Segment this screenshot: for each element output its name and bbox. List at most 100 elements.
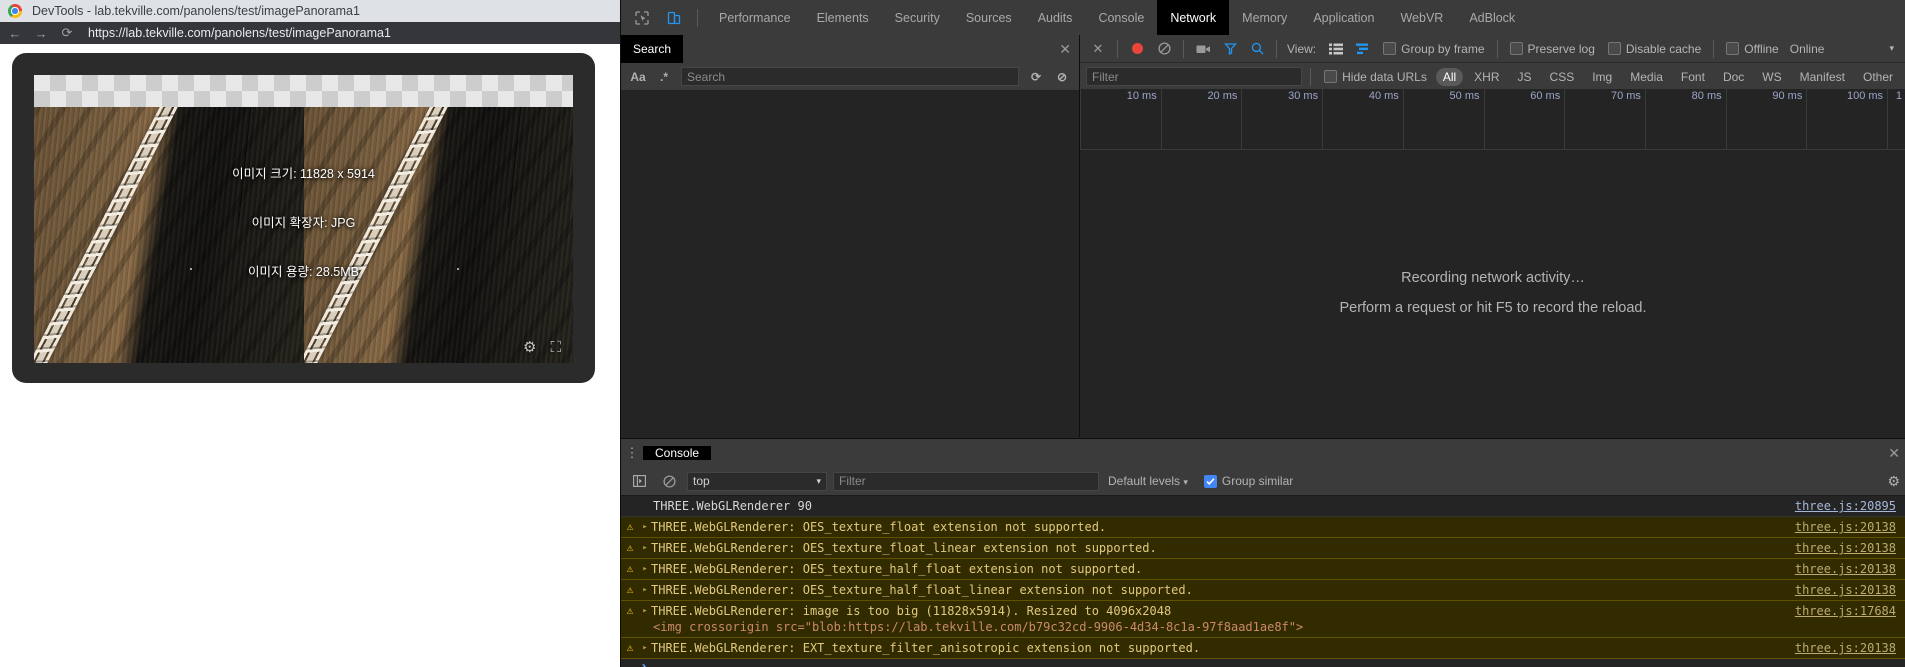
filter-type-media[interactable]: Media bbox=[1623, 68, 1670, 86]
console-context-select[interactable]: top ▾ bbox=[687, 471, 827, 491]
search-input[interactable]: Search bbox=[681, 67, 1019, 86]
checkbox-box bbox=[1726, 42, 1740, 55]
search-clear-icon[interactable]: ⊘ bbox=[1053, 70, 1071, 84]
filter-type-img[interactable]: Img bbox=[1585, 68, 1619, 86]
match-case-icon[interactable]: Aa bbox=[629, 70, 647, 84]
forward-icon[interactable]: → bbox=[30, 22, 52, 44]
console-message-row[interactable]: ⚠ ▸ THREE.WebGLRenderer: OES_texture_flo… bbox=[621, 538, 1905, 559]
filter-type-font[interactable]: Font bbox=[1674, 68, 1712, 86]
disable-cache-checkbox[interactable]: Disable cache bbox=[1607, 42, 1701, 56]
preserve-log-checkbox[interactable]: Preserve log bbox=[1509, 42, 1595, 56]
tick-label: 30 ms bbox=[1288, 90, 1319, 102]
tab-sources[interactable]: Sources bbox=[953, 0, 1025, 35]
camera-icon[interactable] bbox=[1191, 38, 1215, 60]
settings-gear-icon[interactable]: ⚙ bbox=[523, 340, 536, 355]
devtools-tool-icons bbox=[621, 0, 706, 35]
console-message-row[interactable]: ⚠ ▸ THREE.WebGLRenderer: OES_texture_hal… bbox=[621, 559, 1905, 580]
back-icon[interactable]: ← bbox=[4, 22, 26, 44]
kebab-menu-icon[interactable]: ⋮ bbox=[621, 446, 643, 459]
filter-type-manifest[interactable]: Manifest bbox=[1793, 68, 1852, 86]
expand-arrow-icon[interactable]: ▸ bbox=[639, 603, 651, 619]
throttling-select[interactable]: Online bbox=[1790, 42, 1825, 56]
console-message-text: THREE.WebGLRenderer: OES_texture_half_fl… bbox=[651, 583, 1193, 597]
console-prompt[interactable]: ❯ bbox=[621, 659, 1905, 667]
expand-arrow-icon[interactable]: ▸ bbox=[639, 540, 651, 556]
tab-webvr[interactable]: WebVR bbox=[1387, 0, 1456, 35]
console-settings-gear-icon[interactable]: ⚙ bbox=[1887, 473, 1900, 490]
filter-type-js[interactable]: JS bbox=[1511, 68, 1539, 86]
tab-network[interactable]: Network bbox=[1157, 0, 1230, 35]
network-timeline-overview[interactable]: 10 ms 20 ms 30 ms 40 ms 50 ms 60 ms 70 m… bbox=[1080, 89, 1905, 150]
expand-arrow-icon[interactable]: ▸ bbox=[639, 582, 651, 598]
toggle-device-toolbar-icon[interactable] bbox=[661, 5, 687, 31]
console-message-row[interactable]: ⚠ ▸ THREE.WebGLRenderer: OES_texture_flo… bbox=[621, 517, 1905, 538]
hide-data-urls-checkbox[interactable]: Hide data URLs bbox=[1324, 70, 1427, 84]
filter-type-xhr[interactable]: XHR bbox=[1467, 68, 1506, 86]
chrome-logo-icon bbox=[8, 4, 22, 18]
offline-checkbox[interactable]: Offline bbox=[1726, 42, 1779, 56]
search-pane: Search ✕ Aa .* Search ⟳ ⊘ bbox=[621, 35, 1080, 437]
filter-type-ws[interactable]: WS bbox=[1755, 68, 1788, 86]
tab-memory[interactable]: Memory bbox=[1229, 0, 1300, 35]
console-message-row[interactable]: ⚠ ▸ THREE.WebGLRenderer: image is too bi… bbox=[621, 601, 1905, 638]
expand-arrow-icon[interactable]: ▸ bbox=[639, 519, 651, 535]
console-message-row[interactable]: THREE.WebGLRenderer 90 three.js:20895 bbox=[621, 496, 1905, 517]
timeline-tick: 40 ms bbox=[1322, 89, 1403, 149]
console-source-link[interactable]: three.js:20138 bbox=[1795, 561, 1896, 577]
tab-audits[interactable]: Audits bbox=[1025, 0, 1086, 35]
console-source-link[interactable]: three.js:20895 bbox=[1795, 498, 1896, 514]
console-source-link[interactable]: three.js:20138 bbox=[1795, 640, 1896, 656]
network-filter-input[interactable]: Filter bbox=[1086, 67, 1303, 86]
tab-elements[interactable]: Elements bbox=[804, 0, 882, 35]
tab-security[interactable]: Security bbox=[882, 0, 953, 35]
console-message-text: THREE.WebGLRenderer 90 bbox=[653, 499, 812, 513]
console-source-link[interactable]: three.js:20138 bbox=[1795, 540, 1896, 556]
network-more-icon[interactable]: ▾ bbox=[1889, 43, 1900, 54]
tab-adblock[interactable]: AdBlock bbox=[1456, 0, 1528, 35]
console-close-icon[interactable]: ✕ bbox=[1888, 439, 1900, 467]
console-source-link[interactable]: three.js:20138 bbox=[1795, 582, 1896, 598]
console-levels-select[interactable]: Default levels ▾ bbox=[1108, 474, 1188, 488]
tab-application[interactable]: Application bbox=[1300, 0, 1387, 35]
record-button[interactable] bbox=[1125, 38, 1149, 60]
clear-icon[interactable] bbox=[1152, 38, 1176, 60]
list-view-icon[interactable] bbox=[1324, 38, 1348, 60]
console-clear-icon[interactable] bbox=[657, 470, 681, 492]
reload-icon[interactable]: ⟳ bbox=[56, 22, 78, 44]
tab-console[interactable]: Console bbox=[1085, 0, 1157, 35]
waterfall-view-icon[interactable] bbox=[1351, 38, 1375, 60]
search-close-icon[interactable]: ✕ bbox=[1059, 35, 1071, 63]
group-similar-checkbox[interactable]: Group similar bbox=[1203, 474, 1293, 488]
regex-icon[interactable]: .* bbox=[655, 70, 673, 84]
expand-arrow-icon[interactable]: ▸ bbox=[639, 561, 651, 577]
search-refresh-icon[interactable]: ⟳ bbox=[1027, 70, 1045, 84]
inspect-element-icon[interactable] bbox=[629, 5, 655, 31]
network-pane-close-icon[interactable]: ✕ bbox=[1086, 38, 1110, 60]
fullscreen-icon[interactable]: ⛶ bbox=[550, 340, 561, 355]
panorama-image[interactable] bbox=[34, 107, 573, 363]
network-empty-title: Recording network activity… bbox=[1401, 270, 1585, 286]
filter-type-other[interactable]: Other bbox=[1856, 68, 1900, 86]
console-message-row[interactable]: ⚠ ▸ THREE.WebGLRenderer: OES_texture_hal… bbox=[621, 580, 1905, 601]
timeline-tick: 20 ms bbox=[1160, 89, 1242, 149]
show-console-sidebar-icon[interactable] bbox=[627, 470, 651, 492]
expand-arrow-icon[interactable]: ▸ bbox=[639, 640, 651, 656]
magnifier-icon[interactable] bbox=[1245, 38, 1269, 60]
filter-type-all[interactable]: All bbox=[1435, 67, 1464, 86]
filter-type-doc[interactable]: Doc bbox=[1716, 68, 1751, 86]
console-message-row[interactable]: ⚠ ▸ THREE.WebGLRenderer: EXT_texture_fil… bbox=[621, 638, 1905, 659]
console-filter-placeholder: Filter bbox=[839, 474, 866, 488]
tab-console-drawer[interactable]: Console bbox=[643, 446, 712, 460]
chevron-down-icon: ▾ bbox=[816, 475, 821, 486]
tab-search[interactable]: Search bbox=[621, 35, 684, 63]
address-bar[interactable]: https://lab.tekville.com/panolens/test/i… bbox=[88, 26, 391, 40]
console-filter-input[interactable]: Filter bbox=[833, 471, 1099, 491]
console-source-link[interactable]: three.js:20138 bbox=[1795, 519, 1896, 535]
search-pane-tabbar: Search ✕ bbox=[621, 35, 1079, 63]
console-source-link[interactable]: three.js:17684 bbox=[1795, 603, 1896, 619]
panorama-viewer[interactable]: 이미지 크기: 11828 x 5914 이미지 확장자: JPG 이미지 용량… bbox=[34, 75, 573, 363]
funnel-icon[interactable] bbox=[1218, 38, 1242, 60]
tab-performance[interactable]: Performance bbox=[706, 0, 804, 35]
filter-type-css[interactable]: CSS bbox=[1543, 68, 1582, 86]
group-by-frame-checkbox[interactable]: Group by frame bbox=[1383, 42, 1485, 56]
